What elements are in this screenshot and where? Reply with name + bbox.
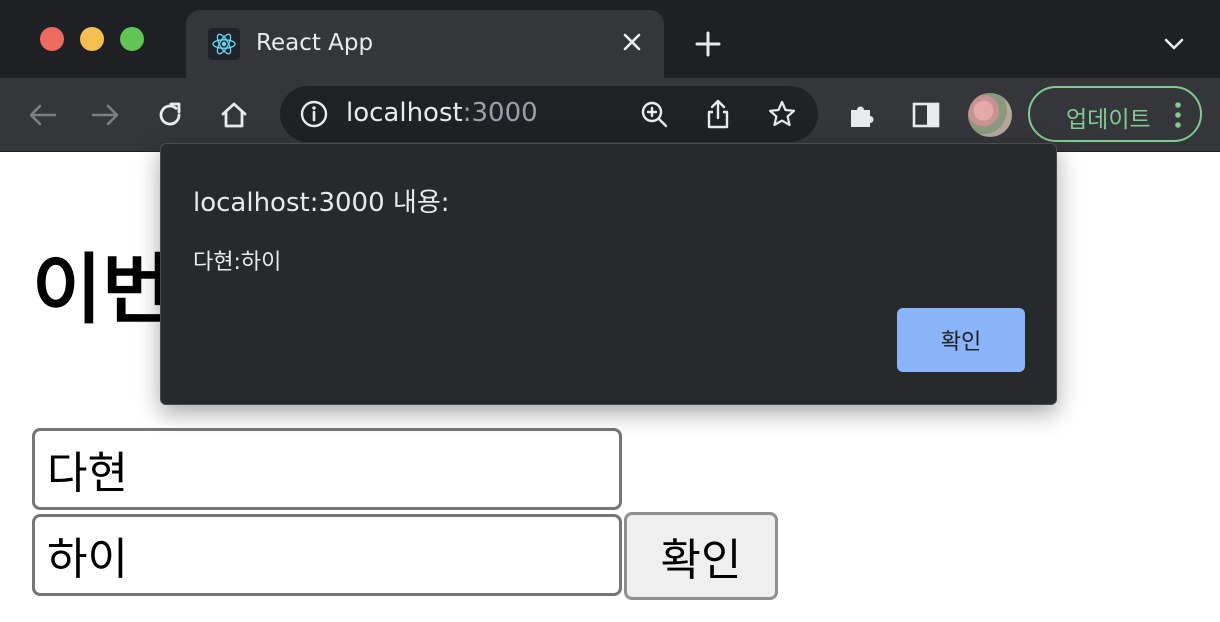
- window-close-button[interactable]: [40, 27, 64, 51]
- new-tab-plus-icon[interactable]: [692, 28, 724, 60]
- kebab-menu-icon[interactable]: [1168, 100, 1188, 130]
- share-icon[interactable]: [702, 98, 734, 130]
- home-icon[interactable]: [214, 95, 254, 135]
- address-bar[interactable]: localhost:3000: [280, 86, 818, 142]
- extensions-puzzle-icon[interactable]: [842, 95, 882, 135]
- alert-dialog: localhost:3000 내용: 다현:하이 확인: [160, 143, 1057, 405]
- browser-toolbar: localhost:3000 업데이트: [0, 78, 1220, 152]
- url-text: localhost:3000: [346, 98, 538, 128]
- forward-arrow-icon[interactable]: [86, 95, 126, 135]
- react-logo-icon: [208, 28, 240, 60]
- update-button[interactable]: 업데이트: [1028, 86, 1202, 142]
- window-minimize-button[interactable]: [80, 27, 104, 51]
- name-input[interactable]: [32, 428, 622, 510]
- window-zoom-button[interactable]: [120, 27, 144, 51]
- bookmark-star-icon[interactable]: [766, 98, 798, 130]
- submit-button[interactable]: 확인: [624, 512, 778, 600]
- chevron-down-icon[interactable]: [1158, 30, 1190, 58]
- reload-icon[interactable]: [150, 95, 190, 135]
- dialog-message: 다현:하이: [193, 250, 282, 275]
- dialog-title: localhost:3000 내용:: [193, 188, 450, 218]
- tab-react-app[interactable]: React App: [186, 10, 664, 78]
- url-port: :3000: [462, 98, 538, 128]
- site-info-icon[interactable]: [300, 100, 328, 128]
- message-input[interactable]: [32, 514, 622, 596]
- side-panel-icon[interactable]: [906, 95, 946, 135]
- back-arrow-icon[interactable]: [22, 95, 62, 135]
- page-title: 이번: [32, 245, 172, 334]
- dialog-ok-button[interactable]: 확인: [897, 308, 1025, 372]
- close-icon[interactable]: [618, 28, 646, 56]
- update-button-label: 업데이트: [1066, 107, 1151, 133]
- tab-title: React App: [256, 30, 374, 56]
- url-host: localhost: [346, 98, 463, 128]
- tab-strip: React App: [0, 0, 1220, 78]
- zoom-icon[interactable]: [638, 98, 670, 130]
- profile-avatar[interactable]: [968, 93, 1012, 137]
